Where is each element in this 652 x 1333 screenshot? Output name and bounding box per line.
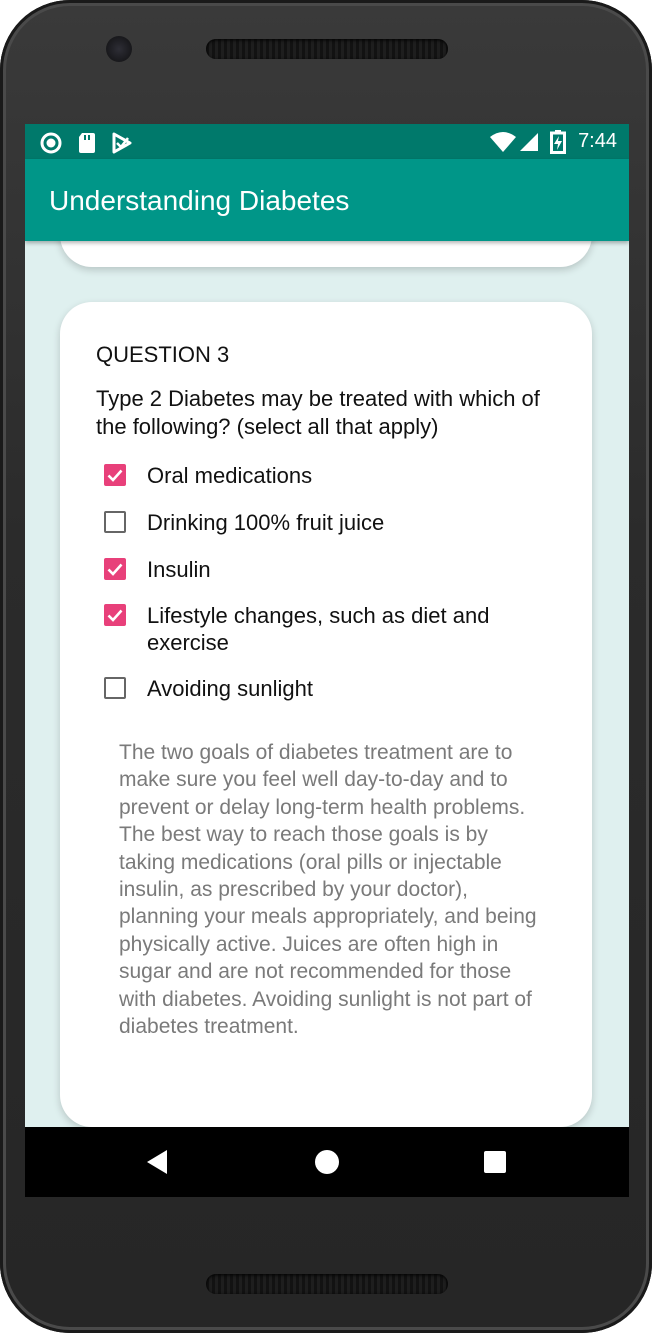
checkmark-icon	[107, 609, 123, 622]
option-fruit-juice[interactable]: Drinking 100% fruit juice	[104, 509, 537, 536]
recents-icon[interactable]	[484, 1151, 506, 1173]
bottom-speaker	[206, 1274, 448, 1294]
home-icon[interactable]	[314, 1149, 340, 1175]
option-label: Insulin	[147, 557, 211, 582]
checkbox-unchecked[interactable]	[104, 677, 126, 699]
question-number: QUESTION 3	[96, 342, 230, 367]
earpiece-speaker	[206, 39, 448, 59]
checkbox-checked[interactable]	[104, 558, 126, 580]
wifi-icon	[490, 132, 516, 152]
app-title: Understanding Diabetes	[49, 185, 350, 216]
option-oral-medications[interactable]: Oral medications	[104, 462, 537, 489]
option-avoiding-sunlight[interactable]: Avoiding sunlight	[104, 675, 537, 702]
status-time: 7:44	[578, 130, 617, 152]
previous-question-card	[60, 241, 592, 267]
phone-frame: 7:44 Understanding Diabetes QUESTION 3 T…	[0, 0, 652, 1333]
option-label: Oral medications	[147, 463, 313, 488]
answer-explanation: The two goals of diabetes treatment are …	[119, 741, 537, 1039]
navigation-bar	[25, 1127, 629, 1197]
screen: 7:44 Understanding Diabetes QUESTION 3 T…	[25, 124, 629, 1197]
checkmark-icon	[107, 563, 123, 576]
option-label: Avoiding sunlight	[147, 676, 313, 701]
app-bar: Understanding Diabetes	[25, 159, 629, 241]
download-check-icon	[112, 132, 132, 154]
status-bar: 7:44	[25, 124, 629, 159]
question-text: Type 2 Diabetes may be treated with whic…	[96, 386, 540, 439]
signal-icon	[520, 133, 538, 151]
question-list[interactable]: QUESTION 3 Type 2 Diabetes may be treate…	[25, 241, 629, 1127]
option-insulin[interactable]: Insulin	[104, 556, 537, 583]
checkbox-checked[interactable]	[104, 464, 126, 486]
question-card: QUESTION 3 Type 2 Diabetes may be treate…	[60, 302, 592, 1127]
sd-card-icon	[79, 133, 95, 153]
checkmark-icon	[107, 469, 123, 482]
option-label: Lifestyle changes, such as diet and exer…	[147, 603, 490, 655]
option-label: Drinking 100% fruit juice	[147, 510, 385, 535]
back-icon[interactable]	[145, 1149, 169, 1175]
checkbox-checked[interactable]	[104, 604, 126, 626]
option-lifestyle-changes[interactable]: Lifestyle changes, such as diet and exer…	[104, 602, 537, 656]
front-camera	[106, 36, 132, 62]
checkbox-unchecked[interactable]	[104, 511, 126, 533]
sync-circle-icon	[40, 132, 62, 154]
battery-charging-icon	[550, 130, 566, 154]
